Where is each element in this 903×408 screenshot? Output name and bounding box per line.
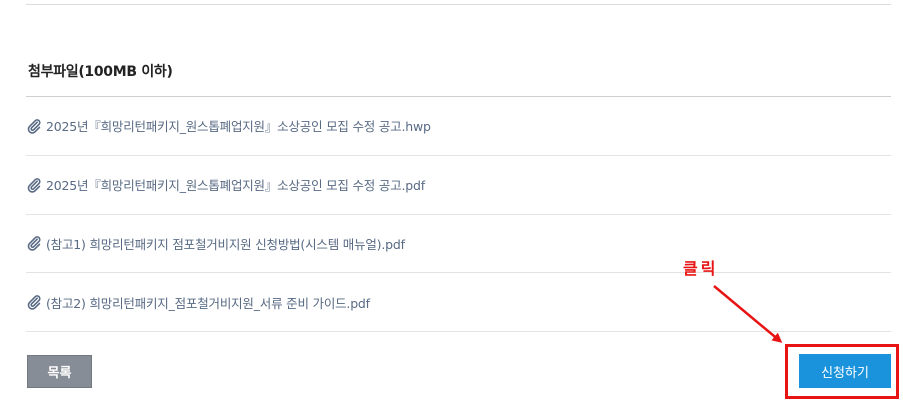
attachment-file-name[interactable]: (참고1) 희망리턴패키지 점포철거비지원 신청방법(시스템 매뉴얼).pdf xyxy=(46,234,405,253)
click-annotation-label: 클릭 xyxy=(683,259,719,278)
attachment-item-2[interactable]: 2025년『희망리턴패키지_원스톱폐업지원』소상공인 모집 수정 공고.pdf xyxy=(26,156,891,215)
paperclip-icon xyxy=(26,177,42,193)
attachments-title: 첨부파일(100MB 이하) xyxy=(28,64,173,80)
top-divider xyxy=(26,4,891,5)
list-button[interactable]: 목록 xyxy=(27,355,92,388)
attachment-item-4[interactable]: (참고2) 희망리턴패키지_점포철거비지원_서류 준비 가이드.pdf xyxy=(26,273,891,332)
attachment-page: 첨부파일(100MB 이하) 2025년『희망리턴패키지_원스톱폐업지원』소상공… xyxy=(0,0,903,408)
paperclip-icon xyxy=(26,118,42,134)
attachment-item-3[interactable]: (참고1) 희망리턴패키지 점포철거비지원 신청방법(시스템 매뉴얼).pdf xyxy=(26,215,891,274)
paperclip-icon xyxy=(26,294,42,310)
attachment-item-1[interactable]: 2025년『희망리턴패키지_원스톱폐업지원』소상공인 모집 수정 공고.hwp xyxy=(26,97,891,156)
attachment-file-name[interactable]: 2025년『희망리턴패키지_원스톱폐업지원』소상공인 모집 수정 공고.pdf xyxy=(46,175,425,194)
apply-button[interactable]: 신청하기 xyxy=(799,354,891,388)
attachment-file-name[interactable]: 2025년『희망리턴패키지_원스톱폐업지원』소상공인 모집 수정 공고.hwp xyxy=(46,116,431,135)
attachment-list: 2025년『희망리턴패키지_원스톱폐업지원』소상공인 모집 수정 공고.hwp … xyxy=(26,97,891,332)
paperclip-icon xyxy=(26,235,42,252)
attachment-file-name[interactable]: (참고2) 희망리턴패키지_점포철거비지원_서류 준비 가이드.pdf xyxy=(46,293,370,312)
